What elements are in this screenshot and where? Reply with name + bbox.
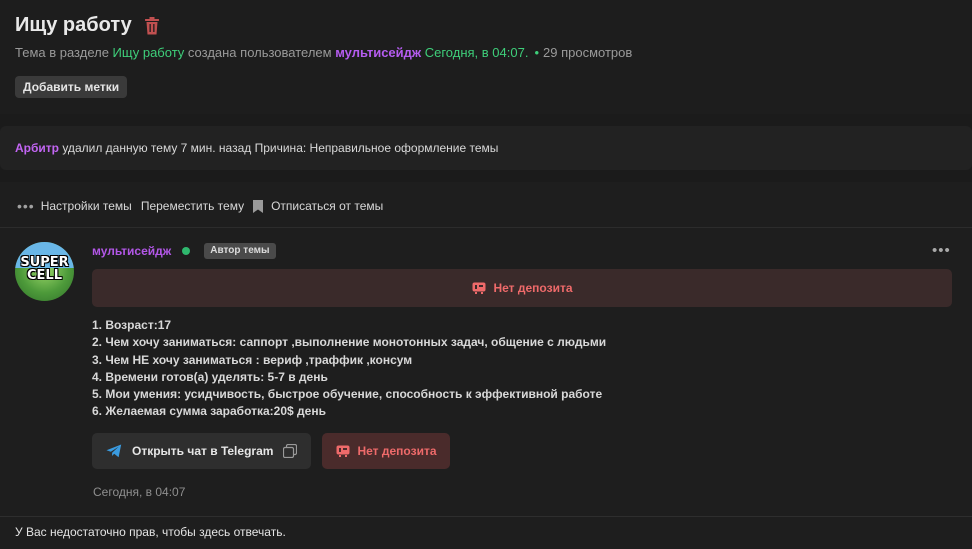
thread-toolbar: ••• Настройки темы Переместить тему Отпи… bbox=[17, 198, 392, 214]
trash-icon bbox=[144, 16, 159, 34]
meta-created-by: создана пользователем bbox=[184, 45, 336, 60]
telegram-icon bbox=[106, 444, 122, 458]
notice-message: удалил данную тему 7 мин. назад Причина:… bbox=[59, 141, 499, 155]
post-content: 1. Возраст:17 2. Чем хочу заниматься: са… bbox=[92, 317, 606, 421]
thread-header: Ищу работу Тема в разделе Ищу работу соз… bbox=[0, 0, 972, 114]
add-tags-button[interactable]: Добавить метки bbox=[15, 76, 128, 98]
meta-prefix: Тема в разделе bbox=[15, 45, 113, 60]
page-title: Ищу работу bbox=[15, 14, 132, 36]
post-line: 5. Мои умения: усидчивость, быстрое обуч… bbox=[92, 387, 603, 402]
avatar-logo: SUPER CELL bbox=[20, 255, 69, 283]
post-line: 3. Чем НЕ хочу заниматься : вериф ,трафф… bbox=[92, 352, 413, 367]
post-line: 4. Времени готов(а) уделять: 5-7 в день bbox=[92, 369, 328, 384]
post-line: 2. Чем хочу заниматься: саппорт ,выполне… bbox=[92, 335, 607, 350]
deletion-notice: Арбитр удалил данную тему 7 мин. назад П… bbox=[0, 126, 972, 170]
post-line: 1. Возраст:17 bbox=[92, 318, 172, 332]
copy-icon[interactable] bbox=[283, 444, 298, 458]
moderator-link[interactable]: Арбитр bbox=[15, 141, 59, 155]
deposit-banner-label: Нет депозита bbox=[493, 281, 573, 295]
author-badge: Автор темы bbox=[204, 243, 276, 259]
thread-settings-link[interactable]: Настройки темы bbox=[41, 199, 132, 213]
no-deposit-button[interactable]: Нет депозита bbox=[322, 433, 450, 469]
post-line: 6. Желаемая сумма заработка:20$ день bbox=[92, 404, 326, 419]
move-thread-link[interactable]: Переместить тему bbox=[141, 199, 244, 213]
post-author-row: мультисейдж Автор темы bbox=[92, 243, 276, 259]
title-row: Ищу работу bbox=[15, 14, 160, 37]
more-dots-icon[interactable]: ••• bbox=[17, 198, 35, 214]
post-date[interactable]: Сегодня, в 04:07 bbox=[93, 485, 185, 499]
open-telegram-button[interactable]: Открыть чат в Telegram bbox=[92, 433, 311, 469]
section-link[interactable]: Ищу работу bbox=[113, 45, 185, 60]
thread-body: ••• Настройки темы Переместить тему Отпи… bbox=[0, 182, 972, 549]
bookmark-icon bbox=[253, 199, 264, 213]
toolbar-divider bbox=[0, 227, 972, 228]
avatar[interactable]: SUPER CELL bbox=[15, 242, 74, 301]
view-count: 29 просмотров bbox=[543, 45, 633, 60]
meta-time: Сегодня, в 04:07. bbox=[421, 45, 529, 60]
notice-text: Арбитр удалил данную тему 7 мин. назад П… bbox=[15, 141, 498, 155]
post-author[interactable]: мультисейдж bbox=[92, 244, 171, 258]
post-menu-icon[interactable]: ••• bbox=[932, 242, 951, 259]
separator-dot: • bbox=[534, 45, 539, 60]
deposit-icon bbox=[336, 445, 349, 457]
no-permission-message: У Вас недостаточно прав, чтобы здесь отв… bbox=[15, 525, 286, 539]
thread-meta: Тема в разделе Ищу работу создана пользо… bbox=[15, 45, 632, 60]
no-deposit-banner: Нет депозита bbox=[92, 269, 952, 307]
deposit-button-label: Нет депозита bbox=[357, 444, 437, 458]
online-indicator bbox=[182, 247, 191, 255]
footer-divider bbox=[0, 516, 972, 517]
telegram-button-label: Открыть чат в Telegram bbox=[132, 444, 274, 458]
author-link[interactable]: мультисейдж bbox=[335, 45, 421, 60]
unsubscribe-link[interactable]: Отписаться от темы bbox=[271, 199, 383, 213]
deposit-icon bbox=[472, 282, 485, 294]
